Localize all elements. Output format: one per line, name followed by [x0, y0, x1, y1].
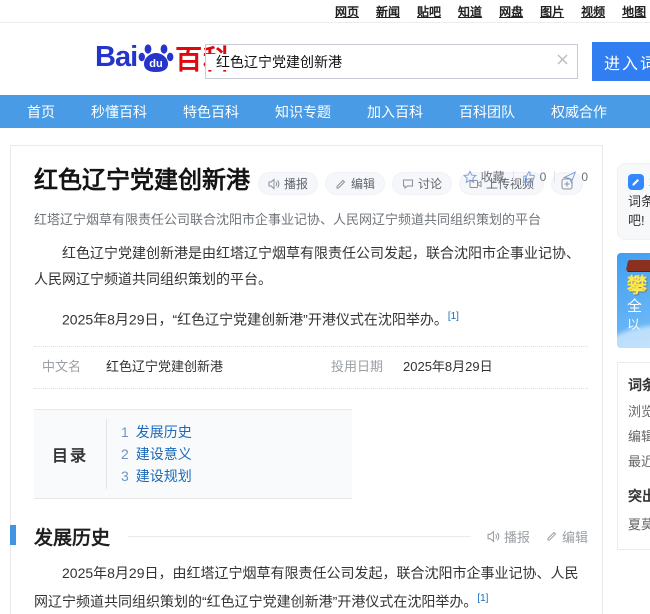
infobox-value: 红色辽宁党建创新港 [106, 356, 331, 375]
site-nav-zhishi[interactable]: 知识专题 [275, 102, 331, 122]
section-divider-line [128, 536, 471, 537]
search-input[interactable] [206, 54, 547, 70]
banner-text-line: 全 [627, 297, 650, 316]
section-history: 发展历史 播报 编辑 2025年8月29日，由红塔辽宁烟草有限责任公司发起，联合… [34, 523, 588, 614]
banner-text-line: 以 [627, 316, 650, 333]
section-broadcast-button[interactable]: 播报 [487, 527, 530, 546]
promo-banner[interactable]: 攀 全 以 [617, 253, 650, 348]
stats-views: 浏览次数 [628, 403, 650, 420]
right-sidebar: 本 词条 吧! 攀 全 以 词条统计 浏览次数 编辑次数 最近更新 突出贡献榜 … [617, 163, 650, 550]
toc-item-significance[interactable]: 2建设意义 [121, 443, 352, 465]
site-nav-home[interactable]: 首页 [27, 102, 55, 122]
logo-bai-text: Bai [95, 41, 137, 74]
stats-updated: 最近更新 [628, 453, 650, 470]
banner-logo-fragment [626, 260, 650, 271]
enter-entry-button[interactable]: 进入词条 [592, 42, 650, 81]
table-of-contents: 目录 1发展历史 2建设意义 3建设规划 [34, 409, 352, 499]
top-nav-video[interactable]: 视频 [581, 3, 605, 20]
discuss-button[interactable]: 讨论 [392, 172, 452, 195]
summary-paragraph: 红色辽宁党建创新港是由红塔辽宁烟草有限责任公司发起，联合沈阳市企事业记协、人民网… [34, 240, 588, 292]
star-icon [463, 170, 477, 184]
banner-headline: 攀 [627, 275, 650, 297]
speaker-icon [268, 178, 280, 190]
section-heading-row: 发展历史 播报 编辑 [34, 523, 588, 550]
divider [554, 171, 555, 183]
collect-button[interactable]: 收藏 [463, 168, 505, 185]
speaker-icon [487, 530, 500, 543]
toc-list: 1发展历史 2建设意义 3建设规划 [106, 419, 352, 489]
baidu-paw-icon: du [138, 40, 174, 76]
chat-icon [402, 178, 414, 190]
infobox: 中文名 红色辽宁党建创新港 投用日期 2025年8月29日 [34, 346, 588, 389]
stats-title: 词条统计 [628, 375, 650, 395]
site-nav-join[interactable]: 加入百科 [367, 102, 423, 122]
clear-search-icon[interactable] [547, 53, 577, 70]
reference-link[interactable]: [1] [477, 593, 488, 604]
reference-link[interactable]: [1] [448, 311, 459, 322]
entry-card: 红色辽宁党建创新港 播报 编辑 讨论 上传视频 [10, 145, 603, 614]
summary-paragraph: 2025年8月29日，“红色辽宁党建创新港”开港仪式在沈阳举办。[1] [34, 304, 588, 333]
edit-button[interactable]: 编辑 [325, 172, 385, 195]
toc-item-planning[interactable]: 3建设规划 [121, 465, 352, 487]
infobox-label: 投用日期 [331, 356, 403, 375]
entry-header: 红色辽宁党建创新港 播报 编辑 讨论 上传视频 [34, 166, 588, 196]
share-button[interactable]: 0 [563, 170, 588, 184]
contributor-name[interactable]: 夏莫 [628, 514, 650, 533]
toc-item-history[interactable]: 1发展历史 [121, 421, 352, 443]
top-nav-tieba[interactable]: 贴吧 [417, 3, 441, 20]
top-nav-web[interactable]: 网页 [335, 3, 359, 20]
entry-stats-box: 词条统计 浏览次数 编辑次数 最近更新 突出贡献榜 夏莫 [617, 362, 650, 550]
section-title: 发展历史 [34, 523, 110, 550]
site-nav: 首页 秒懂百科 特色百科 知识专题 加入百科 百科团队 权威合作 [0, 95, 650, 128]
site-nav-tese[interactable]: 特色百科 [183, 102, 239, 122]
pencil-icon [546, 530, 558, 542]
site-nav-miaodong[interactable]: 秒懂百科 [91, 102, 147, 122]
entry-subtitle: 红塔辽宁烟草有限责任公司联合沈阳市企事业记协、人民网辽宁频道共同组织策划的平台 [34, 209, 588, 228]
infobox-value: 2025年8月29日 [403, 356, 493, 375]
engagement-bar: 收藏 0 0 [463, 168, 588, 185]
top-nav-news[interactable]: 新闻 [376, 3, 400, 20]
pencil-icon [335, 178, 347, 190]
edit-square-icon [628, 174, 644, 190]
infobox-label: 中文名 [42, 356, 106, 375]
section-accent-bar [10, 525, 16, 545]
like-button[interactable]: 0 [522, 170, 547, 184]
section-edit-button[interactable]: 编辑 [546, 527, 588, 546]
share-icon [563, 170, 577, 184]
baike-page: 网页 新闻 贴吧 知道 网盘 图片 视频 地图 文库 Bai du 百科 [0, 0, 650, 614]
top-nav-images[interactable]: 图片 [540, 3, 564, 20]
stats-edits: 编辑次数 [628, 428, 650, 445]
contributors-title: 突出贡献榜 [628, 486, 650, 506]
header: Bai du 百科 进入词条 [0, 24, 650, 94]
site-nav-partner[interactable]: 权威合作 [551, 102, 607, 122]
toc-title: 目录 [34, 442, 106, 466]
site-nav-team[interactable]: 百科团队 [459, 102, 515, 122]
broadcast-button[interactable]: 播报 [258, 172, 318, 195]
entry-title: 红色辽宁党建创新港 [34, 166, 250, 196]
svg-text:du: du [149, 58, 162, 70]
divider [513, 171, 514, 183]
top-nav-zhidao[interactable]: 知道 [458, 3, 482, 20]
top-nav: 网页 新闻 贴吧 知道 网盘 图片 视频 地图 文库 [0, 0, 650, 23]
top-nav-netdisk[interactable]: 网盘 [499, 3, 523, 20]
edit-prompt-box[interactable]: 本 词条 吧! [617, 163, 650, 240]
search-box [205, 44, 578, 79]
top-nav-maps[interactable]: 地图 [622, 3, 646, 20]
thumb-up-icon [522, 170, 536, 184]
section-paragraph: 2025年8月29日，由红塔辽宁烟草有限责任公司发起，联合沈阳市企事业记协、人民… [34, 560, 588, 614]
